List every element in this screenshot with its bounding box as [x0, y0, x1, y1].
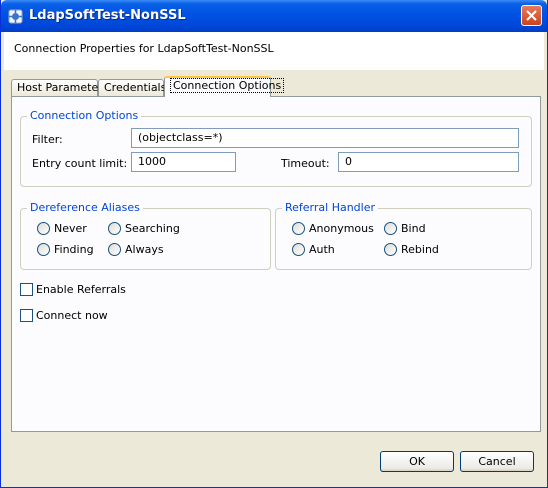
header-text: Connection Properties for LdapSoftTest-N…: [14, 42, 274, 55]
ok-button[interactable]: OK: [380, 451, 454, 472]
radio-icon: [108, 242, 121, 256]
timeout-input[interactable]: 0: [338, 152, 519, 172]
tab-label: Connection Options: [170, 78, 285, 93]
group-title: Dereference Aliases: [27, 201, 143, 214]
title-bar[interactable]: LdapSoftTest-NonSSL: [1, 0, 547, 32]
dereference-aliases-group: Dereference Aliases Never Searching Find…: [20, 201, 271, 270]
tab-connection-options[interactable]: Connection Options: [164, 76, 285, 97]
window-title: LdapSoftTest-NonSSL: [29, 8, 186, 23]
group-title: Referral Handler: [282, 201, 379, 214]
tab-credentials[interactable]: Credentials: [98, 79, 167, 96]
enable-referrals-checkbox[interactable]: Enable Referrals: [20, 282, 126, 297]
radio-anonymous[interactable]: Anonymous: [292, 221, 374, 236]
radio-icon: [292, 221, 305, 235]
header-area: Connection Properties for LdapSoftTest-N…: [4, 32, 544, 70]
entry-count-limit-label: Entry count limit:: [32, 157, 128, 170]
tab-label: Host Parameter: [17, 81, 103, 94]
close-icon: [526, 10, 537, 21]
radio-auth[interactable]: Auth: [292, 242, 335, 257]
radio-label: Anonymous: [309, 222, 374, 235]
entry-count-limit-input[interactable]: 1000: [131, 152, 236, 172]
filter-label: Filter:: [32, 133, 63, 146]
tab-panel: Connection Options Filter: (objectclass=…: [11, 96, 541, 432]
radio-always[interactable]: Always: [108, 242, 164, 257]
radio-label: Searching: [125, 222, 180, 235]
checkbox-label: Connect now: [36, 309, 108, 322]
radio-label: Auth: [309, 243, 335, 256]
timeout-label: Timeout:: [281, 157, 330, 170]
radio-icon: [37, 221, 50, 235]
referral-handler-group: Referral Handler Anonymous Bind Auth Reb…: [275, 201, 532, 270]
radio-icon: [384, 221, 397, 235]
radio-icon: [384, 242, 397, 256]
radio-label: Never: [54, 222, 87, 235]
radio-bind[interactable]: Bind: [384, 221, 426, 236]
radio-icon: [108, 221, 121, 235]
checkbox-label: Enable Referrals: [36, 283, 126, 296]
radio-icon: [292, 242, 305, 256]
checkbox-icon: [20, 308, 33, 322]
radio-rebind[interactable]: Rebind: [384, 242, 439, 257]
connect-now-checkbox[interactable]: Connect now: [20, 308, 108, 323]
radio-searching[interactable]: Searching: [108, 221, 180, 236]
connection-options-group: Connection Options Filter: (objectclass=…: [20, 109, 532, 187]
radio-icon: [37, 242, 50, 256]
cancel-button[interactable]: Cancel: [460, 451, 534, 472]
radio-label: Bind: [401, 222, 426, 235]
app-icon: [8, 9, 23, 24]
radio-label: Always: [125, 243, 164, 256]
radio-never[interactable]: Never: [37, 221, 87, 236]
tab-label: Credentials: [104, 81, 167, 94]
dialog-window: LdapSoftTest-NonSSL Connection Propertie…: [0, 0, 548, 488]
radio-label: Finding: [54, 243, 94, 256]
radio-label: Rebind: [401, 243, 439, 256]
close-button[interactable]: [521, 5, 542, 26]
radio-finding[interactable]: Finding: [37, 242, 94, 257]
filter-input[interactable]: (objectclass=*): [131, 128, 519, 148]
checkbox-icon: [20, 282, 33, 296]
tab-host-parameter[interactable]: Host Parameter: [11, 79, 103, 96]
group-title: Connection Options: [27, 109, 142, 122]
